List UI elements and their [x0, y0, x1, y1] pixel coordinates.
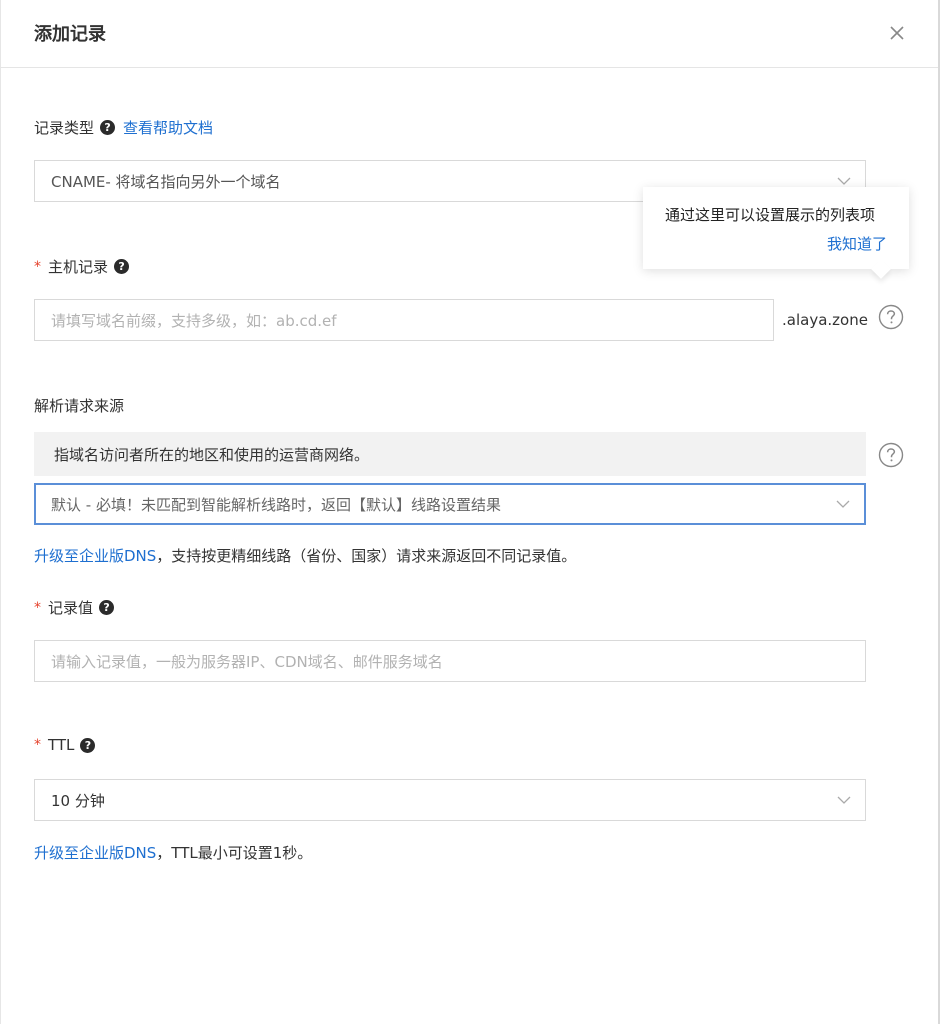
ttl-upgrade-note: 升级至企业版DNS，TTL最小可设置1秒。	[34, 842, 312, 863]
host-record-label: 主机记录	[48, 258, 109, 276]
source-label: 解析请求来源	[34, 397, 125, 415]
upgrade-dns-link[interactable]: 升级至企业版DNS	[34, 547, 156, 565]
ttl-label-row: * TTL ?	[34, 736, 96, 754]
record-value-input[interactable]: 请输入记录值，一般为服务器IP、CDN域名、邮件服务域名	[34, 640, 866, 682]
required-mark: *	[34, 258, 41, 275]
close-icon[interactable]	[884, 20, 910, 46]
record-value-label-row: * 记录值 ?	[34, 597, 115, 618]
required-mark: *	[34, 599, 41, 616]
record-type-label: 记录类型	[34, 119, 95, 137]
tooltip-text: 通过这里可以设置展示的列表项	[665, 206, 876, 224]
host-record-label-row: * 主机记录 ?	[34, 256, 130, 277]
help-badge-icon[interactable]: ?	[114, 259, 130, 274]
help-badge-icon[interactable]: ?	[100, 120, 116, 135]
required-mark: *	[34, 737, 41, 753]
help-badge-icon[interactable]: ?	[99, 600, 115, 615]
upgrade-dns-link[interactable]: 升级至企业版DNS	[34, 844, 156, 862]
ttl-label: TTL	[48, 736, 75, 754]
question-circle-icon[interactable]	[878, 442, 904, 468]
source-info-text: 指域名访问者所在的地区和使用的运营商网络。	[54, 445, 370, 464]
record-type-value: CNAME- 将域名指向另外一个域名	[51, 172, 281, 191]
help-doc-link[interactable]: 查看帮助文档	[123, 117, 213, 138]
help-badge-icon[interactable]: ?	[80, 737, 96, 753]
record-type-label-row: 记录类型 ? 查看帮助文档	[34, 117, 213, 138]
host-record-input[interactable]: 请填写域名前缀，支持多级，如：ab.cd.ef	[34, 299, 774, 341]
ttl-value: 10 分钟	[51, 791, 105, 810]
record-value-placeholder: 请输入记录值，一般为服务器IP、CDN域名、邮件服务域名	[51, 652, 443, 671]
chevron-down-icon	[837, 177, 851, 185]
ttl-upgrade-text: ，TTL最小可设置1秒。	[156, 844, 313, 862]
host-record-placeholder: 请填写域名前缀，支持多级，如：ab.cd.ef	[51, 311, 337, 330]
dialog-left-edge	[0, 0, 1, 1024]
chevron-down-icon	[837, 796, 851, 804]
question-circle-icon[interactable]	[878, 304, 904, 330]
dialog-header: 添加记录	[0, 0, 938, 68]
column-settings-tooltip: 通过这里可以设置展示的列表项 我知道了	[643, 187, 909, 279]
source-select[interactable]: 默认 - 必填！未匹配到智能解析线路时，返回【默认】线路设置结果	[34, 483, 866, 525]
tooltip-arrow	[871, 259, 891, 279]
source-upgrade-text: ，支持按更精细线路（省份、国家）请求来源返回不同记录值。	[156, 547, 577, 565]
domain-suffix: .alaya.zone	[782, 311, 868, 329]
chevron-down-icon	[836, 500, 850, 508]
record-value-label: 记录值	[48, 599, 94, 617]
source-value: 默认 - 必填！未匹配到智能解析线路时，返回【默认】线路设置结果	[51, 495, 501, 514]
source-info-bar: 指域名访问者所在的地区和使用的运营商网络。	[34, 432, 866, 476]
dialog-title: 添加记录	[34, 24, 106, 45]
source-label-row: 解析请求来源	[34, 395, 124, 416]
tooltip-ack-link[interactable]: 我知道了	[827, 233, 887, 254]
ttl-select[interactable]: 10 分钟	[34, 779, 866, 821]
source-upgrade-note: 升级至企业版DNS，支持按更精细线路（省份、国家）请求来源返回不同记录值。	[34, 545, 576, 566]
